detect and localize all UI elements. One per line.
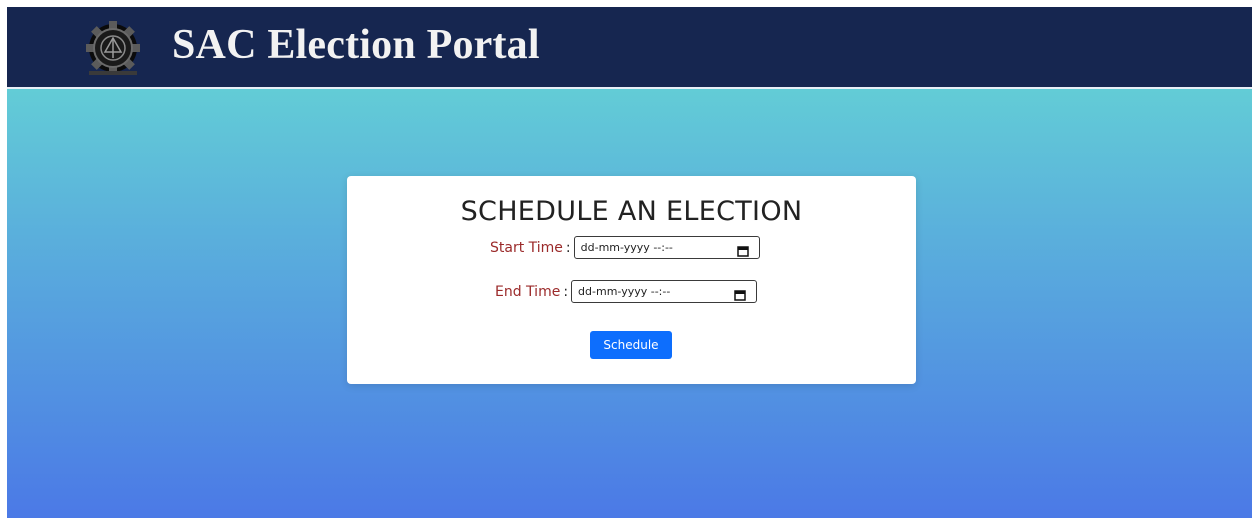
schedule-election-card: SCHEDULE AN ELECTION Start Time : dd-mm-… (347, 176, 916, 384)
start-time-row: Start Time : dd-mm-yyyy --:-- (490, 236, 760, 259)
portal-title: SAC Election Portal (172, 22, 540, 68)
form-title: SCHEDULE AN ELECTION (460, 196, 803, 227)
end-time-colon: : (563, 283, 569, 300)
schedule-button[interactable]: Schedule (590, 331, 672, 359)
end-time-input[interactable]: dd-mm-yyyy --:-- (571, 280, 758, 303)
end-time-label: End Time (495, 283, 561, 300)
start-time-label: Start Time (490, 239, 563, 256)
navbar: SAC Election Portal (7, 7, 1252, 89)
calendar-icon[interactable] (734, 286, 746, 301)
calendar-icon[interactable] (736, 242, 749, 257)
start-time-colon: : (565, 239, 571, 256)
end-time-row: End Time : dd-mm-yyyy --:-- (495, 280, 758, 303)
page-background: SAC Election Portal SCHEDULE AN ELECTION… (7, 7, 1252, 518)
start-time-input[interactable]: dd-mm-yyyy --:-- (573, 236, 760, 259)
end-time-value: dd-mm-yyyy --:-- (578, 285, 671, 298)
gear-emblem-icon (79, 21, 147, 77)
start-time-value: dd-mm-yyyy --:-- (580, 241, 673, 254)
